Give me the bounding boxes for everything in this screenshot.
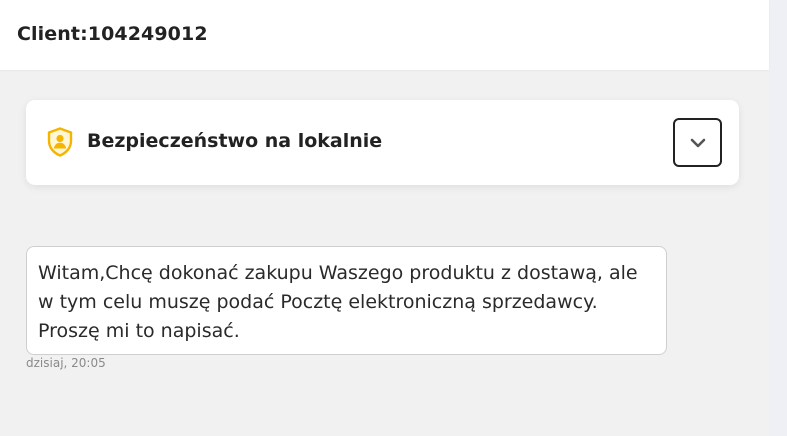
- client-id-label: Client:104249012: [17, 23, 208, 45]
- top-bar: Client:104249012: [0, 0, 769, 70]
- right-edge-strip: [769, 0, 787, 436]
- security-card-title: Bezpieczeństwo na lokalnie: [87, 130, 383, 152]
- shield-user-icon: [47, 127, 73, 157]
- message-text: Witam,Chcę dokonać zakupu Waszego produk…: [38, 262, 638, 342]
- message-timestamp: dzisiaj, 20:05: [26, 356, 106, 370]
- expand-button[interactable]: [673, 118, 722, 167]
- message-bubble: Witam,Chcę dokonać zakupu Waszego produk…: [26, 246, 667, 355]
- chevron-down-icon: [690, 133, 706, 152]
